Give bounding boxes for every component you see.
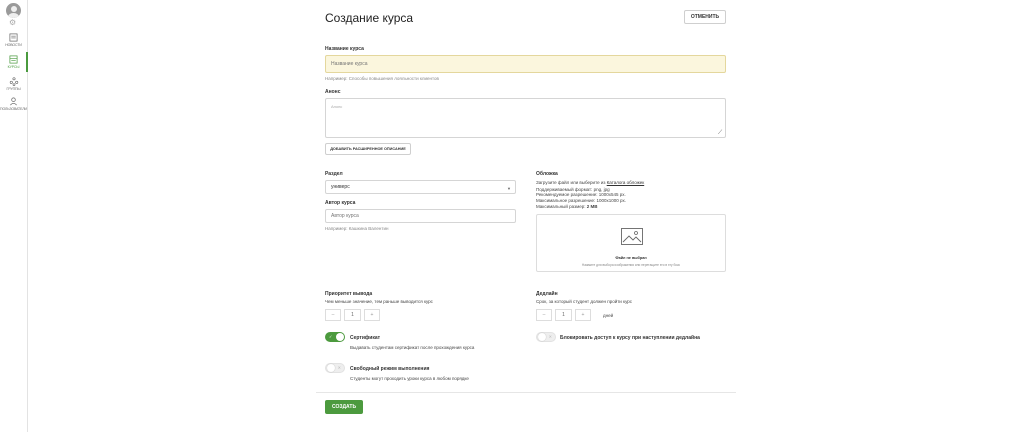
user-avatar[interactable]: [6, 3, 21, 18]
deadline-label: Дедлайн: [536, 291, 558, 297]
resize-handle-icon[interactable]: ⟋: [718, 130, 722, 137]
cover-recommended: Рекомендуемое разрешение: 1000х545 px.: [536, 192, 626, 197]
author-hint: Например: Кашкина Валентин: [325, 226, 389, 231]
section-select-value: универс: [331, 184, 350, 190]
toggle-knob: [538, 333, 546, 341]
section-select[interactable]: универс ▼: [325, 180, 516, 194]
announce-label: Анонс: [325, 89, 341, 95]
cover-intro-text: Загрузите файл или выберите из: [536, 180, 607, 185]
block-access-label: Блокировать доступ к курсу при наступлен…: [560, 335, 700, 341]
courses-icon: [9, 55, 18, 64]
priority-hint: Чем меньше значение, тем раньше выводитс…: [325, 299, 433, 304]
free-mode-label: Свободный режим выполнения: [350, 366, 430, 372]
increment-button[interactable]: +: [575, 309, 591, 321]
deadline-value[interactable]: 1: [555, 309, 572, 321]
sidebar-item-label: КУРСЫ: [7, 65, 20, 69]
increment-button[interactable]: +: [364, 309, 380, 321]
users-icon: [10, 97, 17, 106]
sidebar-item-groups[interactable]: ГРУППЫ: [0, 77, 27, 91]
divider: [316, 392, 736, 393]
image-placeholder-icon: [621, 228, 643, 245]
sidebar-item-label: НОВОСТИ: [5, 43, 22, 47]
chevron-down-icon: ▼: [507, 186, 511, 191]
priority-label: Приоритет вывода: [325, 291, 373, 297]
cover-max-size: Максимальный размер: 2 MB: [536, 204, 598, 209]
priority-value[interactable]: 1: [344, 309, 361, 321]
author-label: Автор курса: [325, 200, 356, 206]
cancel-button[interactable]: ОТМЕНИТЬ: [684, 10, 726, 24]
check-icon: ✓: [329, 334, 333, 339]
groups-icon: [9, 77, 18, 86]
sidebar: ⚙ НОВОСТИ КУРСЫ ГРУППЫ ПОЛЬЗОВАТЕЛИ: [0, 0, 28, 432]
announce-textarea[interactable]: Анонс: [325, 98, 726, 138]
gear-icon[interactable]: ⚙: [9, 19, 16, 27]
catalog-link[interactable]: Каталога обложек: [607, 180, 645, 185]
news-icon: [9, 33, 18, 42]
sidebar-item-news[interactable]: НОВОСТИ: [0, 33, 27, 47]
cover-intro: Загрузите файл или выберите из Каталога …: [536, 180, 644, 185]
drop-hint-text: Нажмите для выбора изображения или перет…: [581, 263, 681, 267]
block-access-toggle[interactable]: ✕: [536, 332, 556, 342]
sidebar-item-courses[interactable]: КУРСЫ: [0, 52, 28, 72]
author-input[interactable]: [325, 209, 516, 223]
toggle-knob: [327, 364, 335, 372]
certificate-label: Сертификат: [350, 335, 381, 341]
section-label: Раздел: [325, 171, 343, 177]
deadline-unit: дней: [603, 313, 614, 318]
sidebar-item-label: ГРУППЫ: [6, 87, 21, 91]
sidebar-item-label: ПОЛЬЗОВАТЕЛИ: [0, 107, 27, 111]
close-icon: ✕: [337, 365, 341, 370]
deadline-stepper[interactable]: – 1 +: [536, 309, 594, 321]
add-extended-description-button[interactable]: ДОБАВИТЬ РАСШИРЕННОЕ ОПИСАНИЕ: [325, 143, 411, 155]
priority-stepper[interactable]: – 1 +: [325, 309, 383, 321]
free-mode-hint: Студенты могут проходить уроки курса в л…: [350, 376, 469, 381]
certificate-hint: Выдавать студентам сертификат после прох…: [350, 345, 475, 350]
deadline-hint: Срок, за который студент должен пройти к…: [536, 299, 633, 304]
sidebar-item-users[interactable]: ПОЛЬЗОВАТЕЛИ: [0, 97, 27, 111]
announce-placeholder: Анонс: [331, 104, 343, 109]
course-name-hint: Например: Способы повышения лояльности к…: [325, 76, 439, 81]
close-icon: ✕: [548, 334, 552, 339]
free-mode-toggle[interactable]: ✕: [325, 363, 345, 373]
cover-label: Обложка: [536, 171, 558, 177]
no-file-text: Файл не выбран: [615, 256, 647, 260]
course-name-label: Название курса: [325, 46, 364, 52]
page-title: Создание курса: [325, 11, 414, 25]
decrement-button[interactable]: –: [325, 309, 341, 321]
cover-max-size-label: Максимальный размер:: [536, 204, 587, 209]
cover-max-resolution: Максимальное разрешение: 1000х1000 px.: [536, 198, 627, 203]
certificate-toggle[interactable]: ✓: [325, 332, 345, 342]
decrement-button[interactable]: –: [536, 309, 552, 321]
course-name-input[interactable]: [325, 55, 726, 73]
create-button[interactable]: СОЗДАТЬ: [325, 400, 363, 414]
cover-dropzone[interactable]: Файл не выбран Нажмите для выбора изобра…: [536, 214, 726, 272]
cover-max-size-value: 2 MB: [586, 204, 598, 209]
toggle-knob: [336, 333, 344, 341]
